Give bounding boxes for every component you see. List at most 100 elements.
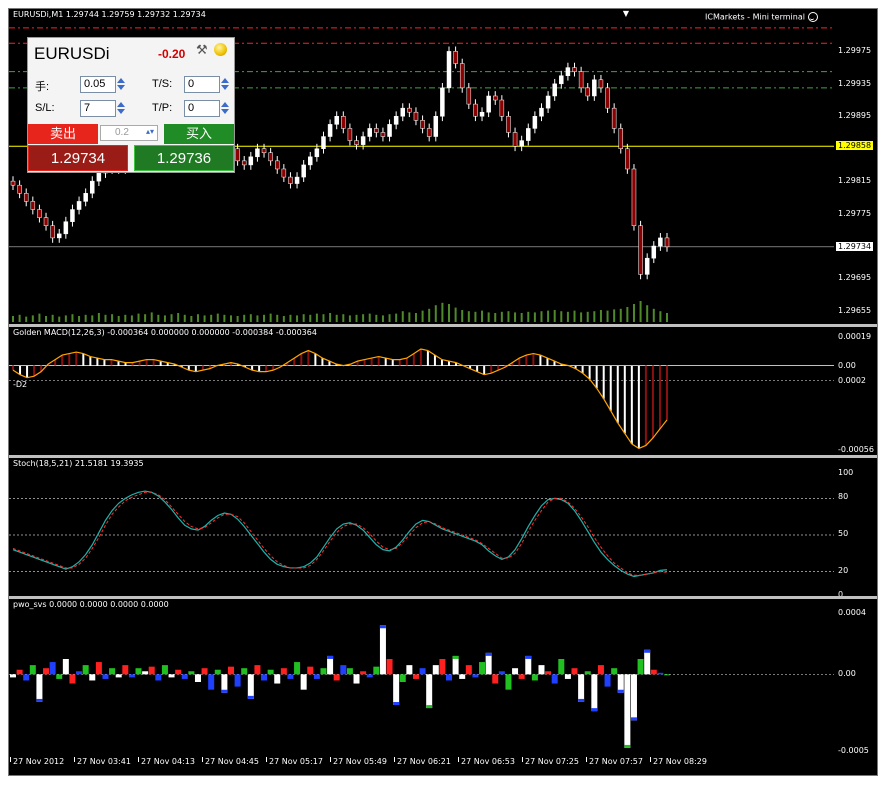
pwo-bar [531,674,538,681]
pwo-bar [578,674,585,702]
pwo-bar [406,665,413,675]
tp-stepper[interactable] [220,100,231,117]
pwo-bar [294,662,301,675]
macd-title: Golden MACD(12,26,3) -0.000364 0.000000 … [13,328,317,337]
pwo-axis[interactable]: 0.0004 0.00 -0.0005 [834,599,877,754]
sl-input[interactable]: 7 [80,100,116,117]
pwo-bar [439,659,446,675]
candle-body [440,87,445,117]
stoch-pane[interactable]: Stoch(18,5,21) 21.5181 19.3935 [9,458,834,596]
candle-body [90,180,95,194]
pwo-bar [62,659,69,675]
pwo-bar [287,674,294,679]
chart-shift-marker: ▼ [622,9,629,18]
candle-body [631,168,637,226]
candle-body [426,128,432,137]
sell-price-button[interactable]: 1.29734 [28,145,128,171]
pwo-bar [333,674,340,681]
candle-body [592,79,597,97]
pwo-bar [664,674,670,676]
candle-body [374,128,379,133]
pwo-bar [128,674,135,678]
time-axis-label: 27 Nov 05:49 [330,757,387,766]
time-axis[interactable]: 27 Nov 2012 27 Nov 03:41 27 Nov 04:13 27 No… [9,754,877,775]
candle-body [387,124,392,137]
pwo-bar [36,674,43,702]
coin-icon[interactable] [214,43,227,56]
lots-stepper[interactable] [116,76,127,93]
tools-icon[interactable]: ⚒ [196,42,208,58]
pwo-bar [379,625,386,675]
price-axis-label: 1.29655 [838,305,872,315]
stoch-axis-label: 80 [838,492,849,502]
candle-body [56,233,62,239]
stoch-axis[interactable]: 100 80 50 20 0 [834,458,877,596]
pwo-pane[interactable]: pwo_svs 0.0000 0.0000 0.0000 0.0000 [9,599,834,754]
pwo-bar [346,668,353,675]
buy-price-button[interactable]: 1.29736 [134,145,234,171]
candle-body [347,128,353,141]
pwo-chart-svg [9,625,834,748]
lots-label: 手: [35,81,50,93]
smiley-icon [807,12,818,22]
pwo-bar [492,674,499,684]
buy-button[interactable]: 买入 [164,124,234,144]
candle-body [618,128,624,149]
pwo-axis-label: 0.00 [838,669,856,679]
price-pane[interactable]: EURUSDi,M1 1.29744 1.29759 1.29732 1.297… [9,9,834,324]
pwo-bar-cap [630,717,637,721]
pwo-bar [432,665,439,675]
candle-body [380,132,386,137]
price-axis-label: 1.29975 [838,46,872,56]
pwo-bar [16,669,23,675]
candle-body [400,107,406,117]
price-axis-label: 1.29858 [836,141,874,151]
candle-body [301,164,306,178]
ts-input[interactable]: 0 [184,76,220,93]
candle-body [261,148,267,154]
candle-body [354,140,359,145]
pwo-bar [366,674,373,678]
pwo-bar [518,674,525,679]
pwo-bar [505,674,512,690]
candle-body [37,209,42,218]
pwo-bar [459,674,466,679]
lot-step-select[interactable]: 0.2 ▴▾ [100,125,158,141]
candle-body [552,83,557,97]
candle-body [585,87,590,97]
pwo-bar [76,671,83,675]
candle-body [446,51,452,89]
candle-body [486,95,491,113]
pwo-bar [340,665,347,675]
candle-body [499,99,505,117]
lots-input[interactable]: 0.05 [80,76,116,93]
candle-body [96,172,102,182]
macd-axis-label: -0.00056 [838,444,874,454]
pwo-bar [630,674,637,721]
pwo-bar [644,649,651,675]
sell-button[interactable]: 卖出 [28,124,98,144]
stoch-axis-label: 50 [838,529,849,538]
pwo-bar [247,674,254,699]
price-axis[interactable]: 1.29975 1.29935 1.29895 1.29858 1.29815 1.297… [834,9,877,324]
macd-axis-label: 0.00 [838,360,856,370]
pwo-bar-cap [247,695,254,699]
pwo-bar [69,674,76,684]
stoch-chart-svg [9,490,834,578]
tp-input[interactable]: 0 [184,100,220,117]
candle-body [393,116,399,125]
sl-stepper[interactable] [116,100,127,117]
macd-axis[interactable]: 0.00019 0.00 0.0002 -0.00056 [834,327,877,455]
macd-axis-label: 0.0002 [838,375,866,385]
macd-pane[interactable]: Golden MACD(12,26,3) -0.000364 0.000000 … [9,327,834,455]
pwo-bar-cap [379,625,386,629]
candle-body [268,152,273,162]
pwo-bar [313,674,320,679]
candle-body [578,71,584,89]
pwo-bar [155,674,162,681]
pwo-bar [650,669,657,675]
pwo-bar [300,674,307,690]
macd-chart-svg [9,348,834,450]
pwo-bar [188,671,195,675]
ts-stepper[interactable] [220,76,231,93]
